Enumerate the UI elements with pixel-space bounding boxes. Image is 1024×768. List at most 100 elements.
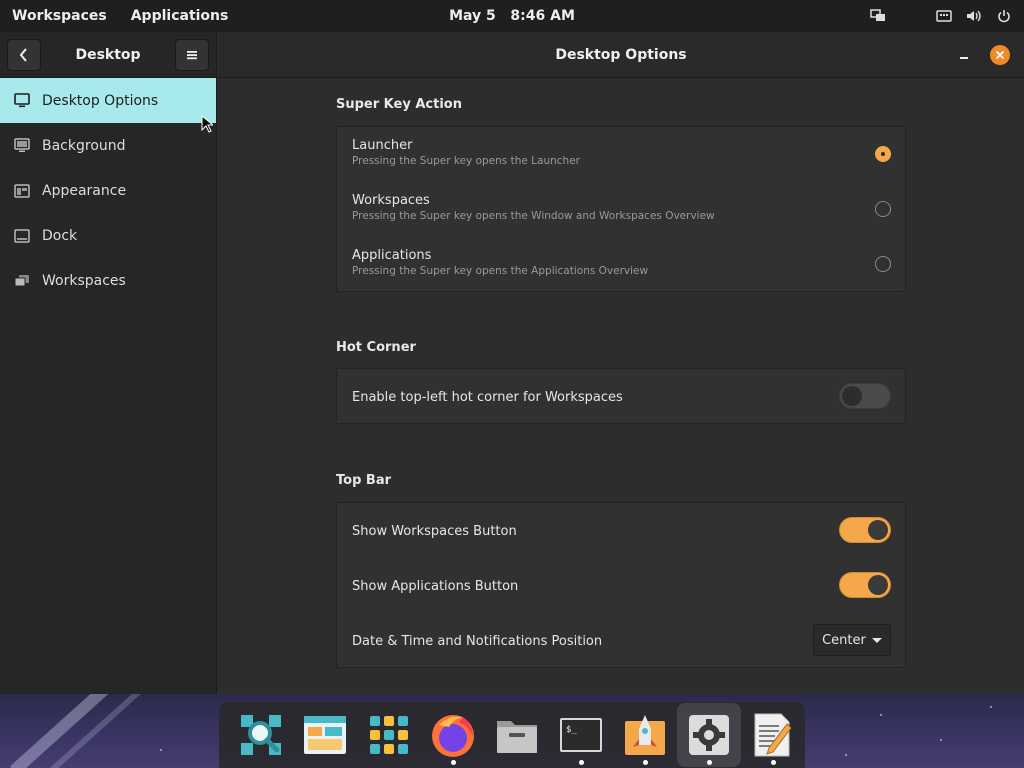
datetime-position-label: Date & Time and Notifications Position bbox=[352, 634, 603, 649]
clock-button[interactable]: May 5 8:46 AM bbox=[449, 8, 575, 24]
files-icon bbox=[497, 721, 537, 753]
text-editor-icon bbox=[754, 713, 792, 757]
keyboard-icon[interactable] bbox=[936, 8, 952, 24]
search-app-icon bbox=[241, 715, 281, 755]
super-key-option-applications[interactable]: Applications Pressing the Super key open… bbox=[337, 237, 905, 292]
main-panel: Desktop Options Super Key Action Launche… bbox=[218, 32, 1024, 694]
hot-corner-switch[interactable] bbox=[839, 383, 891, 409]
volume-icon[interactable] bbox=[966, 8, 982, 24]
sidebar-item-dock[interactable]: Dock bbox=[0, 213, 216, 258]
super-key-option-launcher[interactable]: Launcher Pressing the Super key opens th… bbox=[337, 127, 905, 182]
back-button[interactable] bbox=[7, 38, 41, 71]
sidebar-item-label: Desktop Options bbox=[42, 92, 159, 109]
settings-window: Desktop Desktop Options Background Appea… bbox=[0, 32, 1024, 694]
dock-item-search[interactable] bbox=[229, 703, 293, 767]
switch-knob bbox=[842, 386, 862, 406]
dock-item-file-manager-window[interactable] bbox=[293, 703, 357, 767]
dock-icon bbox=[14, 228, 30, 244]
option-title: Launcher bbox=[352, 138, 413, 153]
running-indicator bbox=[579, 760, 584, 765]
sidebar-item-appearance[interactable]: Appearance bbox=[0, 168, 216, 213]
datetime-position-dropdown[interactable]: Center bbox=[813, 624, 891, 656]
mouse-cursor-icon bbox=[201, 115, 213, 133]
workspaces-button[interactable]: Workspaces bbox=[0, 0, 119, 32]
sidebar-item-label: Background bbox=[42, 137, 126, 154]
running-indicator bbox=[643, 760, 648, 765]
launcher-radio[interactable] bbox=[875, 146, 891, 162]
sidebar-list: Desktop Options Background Appearance Do… bbox=[0, 78, 216, 303]
sidebar-item-workspaces[interactable]: Workspaces bbox=[0, 258, 216, 303]
star bbox=[160, 749, 162, 751]
dock-item-launcher-app[interactable] bbox=[613, 703, 677, 767]
svg-text:$_: $_ bbox=[566, 725, 577, 735]
close-button[interactable] bbox=[990, 45, 1010, 65]
applications-button[interactable]: Applications bbox=[119, 0, 241, 32]
sidebar-title: Desktop bbox=[75, 46, 141, 63]
running-indicator bbox=[771, 760, 776, 765]
minimize-icon bbox=[960, 57, 968, 59]
firefox-icon bbox=[432, 715, 474, 757]
settings-icon bbox=[689, 715, 729, 755]
dock-item-text-editor[interactable] bbox=[741, 703, 805, 767]
caret-down-icon bbox=[871, 637, 882, 643]
option-title: Applications bbox=[352, 248, 432, 263]
dropdown-value: Center bbox=[822, 632, 866, 648]
workspaces-radio[interactable] bbox=[875, 201, 891, 217]
top-bar-heading: Top Bar bbox=[336, 473, 391, 488]
power-icon[interactable] bbox=[996, 8, 1012, 24]
sidebar-item-label: Workspaces bbox=[42, 272, 126, 289]
show-workspaces-label: Show Workspaces Button bbox=[352, 524, 517, 539]
sidebar-item-label: Dock bbox=[42, 227, 78, 244]
system-tray bbox=[870, 0, 1012, 32]
running-indicator bbox=[707, 760, 712, 765]
dock-item-files[interactable] bbox=[485, 703, 549, 767]
sidebar-item-background[interactable]: Background bbox=[0, 123, 216, 168]
top-bar: Workspaces Applications May 5 8:46 AM bbox=[0, 0, 1024, 32]
star bbox=[940, 739, 942, 741]
switch-knob bbox=[868, 520, 888, 540]
appearance-icon bbox=[14, 183, 30, 199]
launcher-app-icon bbox=[625, 715, 665, 755]
hamburger-icon bbox=[187, 50, 197, 59]
option-subtitle: Pressing the Super key opens the Applica… bbox=[352, 265, 649, 277]
app-grid-icon bbox=[370, 716, 408, 754]
page-title: Desktop Options bbox=[555, 47, 687, 63]
option-title: Workspaces bbox=[352, 193, 430, 208]
sidebar: Desktop Desktop Options Background Appea… bbox=[0, 32, 217, 694]
monitor-icon bbox=[14, 93, 30, 109]
applications-radio[interactable] bbox=[875, 256, 891, 272]
dock-item-terminal[interactable]: $_ bbox=[549, 703, 613, 767]
switch-knob bbox=[868, 575, 888, 595]
option-subtitle: Pressing the Super key opens the Launche… bbox=[352, 155, 580, 167]
top-bar-card: Show Workspaces Button Show Applications… bbox=[336, 502, 906, 668]
terminal-icon: $_ bbox=[560, 718, 602, 752]
option-subtitle: Pressing the Super key opens the Window … bbox=[352, 210, 715, 222]
super-key-heading: Super Key Action bbox=[336, 97, 462, 112]
date: May 5 bbox=[449, 8, 496, 24]
hot-corner-card: Enable top-left hot corner for Workspace… bbox=[336, 368, 906, 424]
show-applications-switch[interactable] bbox=[839, 572, 891, 598]
star bbox=[880, 714, 882, 716]
sidebar-item-desktop-options[interactable]: Desktop Options bbox=[0, 78, 216, 123]
dock: $_ bbox=[219, 702, 805, 768]
network-icon[interactable] bbox=[870, 8, 886, 24]
hot-corner-label: Enable top-left hot corner for Workspace… bbox=[352, 390, 623, 405]
super-key-option-workspaces[interactable]: Workspaces Pressing the Super key opens … bbox=[337, 182, 905, 237]
show-workspaces-switch[interactable] bbox=[839, 517, 891, 543]
chevron-left-icon bbox=[19, 47, 27, 62]
star bbox=[990, 706, 992, 708]
dock-item-firefox[interactable] bbox=[421, 703, 485, 767]
time: 8:46 AM bbox=[510, 8, 575, 24]
picture-icon bbox=[14, 138, 30, 154]
close-icon bbox=[995, 50, 1005, 60]
menu-button[interactable] bbox=[175, 38, 209, 71]
dock-item-app-grid[interactable] bbox=[357, 703, 421, 767]
minimize-button[interactable] bbox=[956, 46, 972, 62]
workspaces-icon bbox=[14, 273, 30, 289]
sidebar-header: Desktop bbox=[0, 32, 216, 78]
main-header: Desktop Options bbox=[218, 32, 1024, 78]
show-applications-row: Show Applications Button bbox=[337, 558, 905, 613]
datetime-position-row: Date & Time and Notifications Position C… bbox=[337, 613, 905, 668]
super-key-card: Launcher Pressing the Super key opens th… bbox=[336, 126, 906, 292]
dock-item-settings[interactable] bbox=[677, 703, 741, 767]
